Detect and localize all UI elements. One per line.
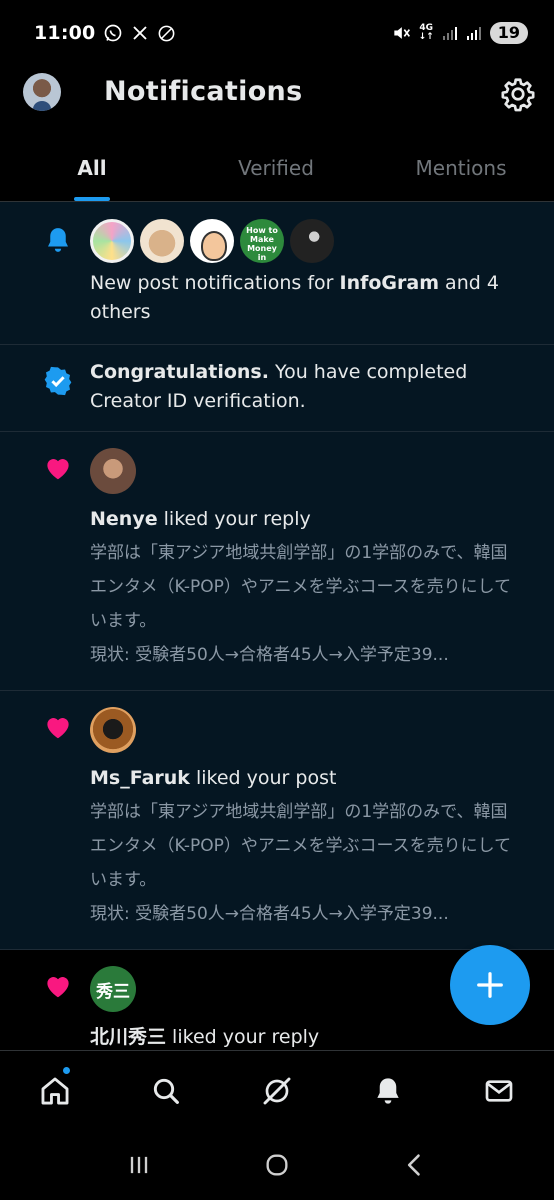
back-icon[interactable] — [401, 1151, 429, 1179]
notification-text: 北川秀三 liked your reply — [90, 1026, 320, 1048]
nav-home[interactable] — [0, 1051, 111, 1130]
status-bar: 11:00 4G ↓↑ 19 — [0, 0, 554, 66]
post-snippet: 現状: 受験者50人→合格者45人→入学予定39... — [90, 645, 449, 665]
notification-text: Ms_Faruk liked your post — [90, 767, 337, 789]
grok-icon — [263, 1077, 291, 1104]
tab-verified[interactable]: Verified — [184, 138, 368, 201]
search-icon — [154, 1078, 180, 1104]
notification-feed[interactable]: How to Make Money in Stocks New post not… — [0, 202, 554, 1050]
tab-mentions[interactable]: Mentions — [368, 138, 554, 201]
avatar[interactable] — [90, 448, 136, 494]
status-right-icons: 4G ↓↑ 19 — [391, 22, 528, 44]
avatar[interactable] — [90, 219, 134, 263]
messages-icon — [485, 1079, 512, 1102]
avatar[interactable] — [90, 707, 136, 753]
post-snippet: 学部は「東アジア地域共創学部」の1学部のみで、韓国エンタメ（K-POP）やアニメ… — [90, 802, 512, 890]
notification-text: New post notifications for InfoGram and … — [90, 272, 499, 323]
notification-item[interactable]: How to Make Money in Stocks New post not… — [0, 202, 554, 345]
profile-avatar[interactable] — [23, 73, 61, 111]
do-not-disturb-icon — [159, 25, 175, 41]
plus-icon — [477, 972, 503, 998]
post-snippet: 学部は「東アジア地域共創学部」の1学部のみで、韓国エンタメ（K-POP）やアニメ… — [90, 543, 512, 631]
nav-search[interactable] — [111, 1051, 222, 1130]
notification-item[interactable]: Congratulations. You have completed Crea… — [0, 345, 554, 432]
post-snippet: 現状: 受験者50人→合格者45人→入学予定39... — [90, 904, 449, 924]
x-icon — [133, 26, 148, 40]
avatar[interactable]: How to Make Money in Stocks — [240, 219, 284, 263]
network-indicator: 4G ↓↑ — [418, 23, 434, 42]
home-icon — [41, 1077, 69, 1104]
system-nav-bar — [0, 1130, 554, 1200]
unread-dot — [62, 1066, 71, 1075]
nav-messages[interactable] — [443, 1051, 554, 1130]
compose-button[interactable] — [450, 945, 530, 1025]
avatar-row: How to Make Money in Stocks — [90, 219, 524, 263]
heart-icon — [40, 968, 76, 1004]
signal-icon — [466, 27, 481, 40]
bell-icon — [40, 222, 76, 258]
page-title: Notifications — [104, 76, 303, 107]
battery-indicator: 19 — [489, 22, 528, 44]
avatar-book-title: How to Make Money in Stocks — [246, 226, 278, 263]
active-tab-indicator — [74, 197, 110, 201]
bottom-nav — [0, 1050, 554, 1130]
heart-icon — [40, 450, 76, 486]
status-left-icons — [103, 23, 176, 43]
avatar[interactable] — [190, 219, 234, 263]
verified-badge-icon — [40, 363, 76, 399]
notifications-icon — [377, 1077, 399, 1104]
whatsapp-icon — [105, 24, 122, 42]
heart-icon — [40, 709, 76, 745]
recents-icon[interactable] — [125, 1151, 153, 1179]
notification-text: Nenye liked your reply — [90, 508, 311, 530]
tab-all[interactable]: All — [0, 138, 184, 201]
avatar[interactable] — [140, 219, 184, 263]
avatar[interactable] — [290, 219, 334, 263]
signal-icon — [442, 27, 457, 40]
avatar[interactable]: 秀三 — [90, 966, 136, 1012]
system-home-icon[interactable] — [263, 1151, 291, 1179]
tab-bar: All Verified Mentions — [0, 138, 554, 202]
nav-grok[interactable] — [222, 1051, 333, 1130]
app-header: Notifications — [0, 66, 554, 124]
status-time: 11:00 — [34, 22, 96, 44]
notification-text: Congratulations. You have completed Crea… — [90, 361, 468, 412]
notification-item[interactable]: Nenye liked your reply 学部は「東アジア地域共創学部」の1… — [0, 432, 554, 691]
mute-icon — [393, 27, 410, 39]
notification-item[interactable]: Ms_Faruk liked your post 学部は「東アジア地域共創学部」… — [0, 691, 554, 950]
gear-icon[interactable] — [500, 76, 536, 112]
nav-notifications[interactable] — [332, 1051, 443, 1130]
